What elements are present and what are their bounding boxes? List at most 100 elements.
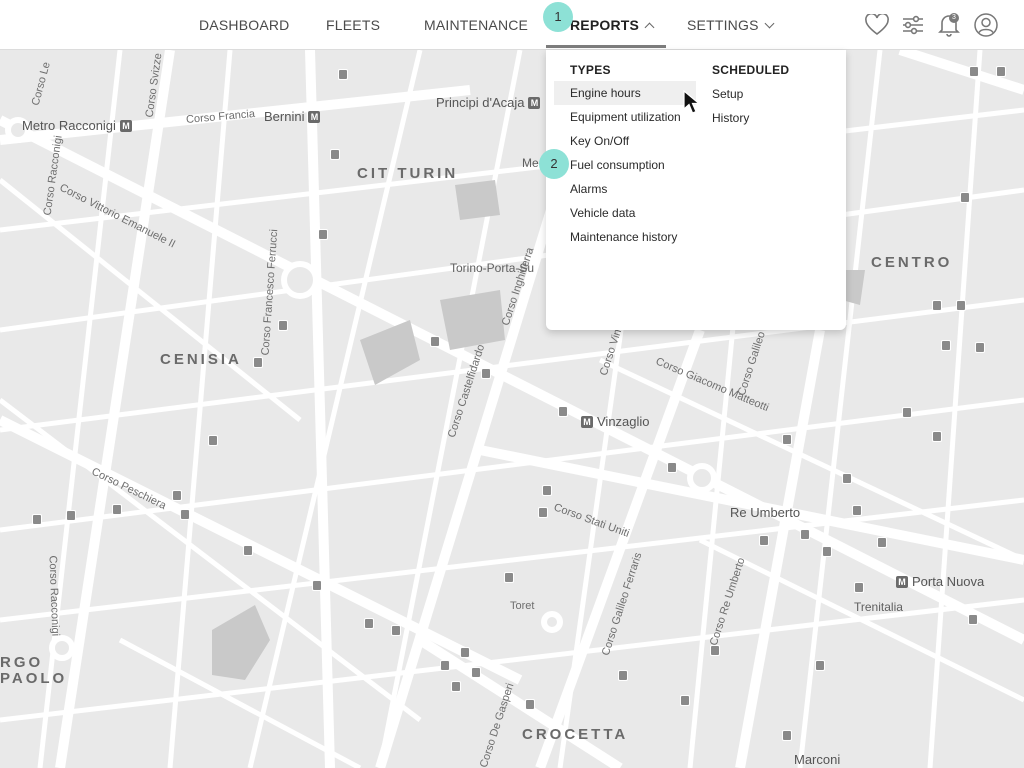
tram-stop-icon: [460, 647, 470, 658]
district-label: CENTRO: [871, 254, 953, 271]
metro-station-label: Metro Racconigi M: [22, 119, 132, 132]
tram-stop-icon: [312, 580, 322, 591]
nav-settings[interactable]: SETTINGS: [687, 0, 775, 50]
menu-item-history[interactable]: History: [712, 106, 749, 130]
tram-stop-icon: [451, 681, 461, 692]
tram-stop-icon: [968, 614, 978, 625]
types-heading: TYPES: [570, 63, 611, 77]
tram-stop-icon: [815, 660, 825, 671]
tram-stop-icon: [822, 546, 832, 557]
tram-stop-icon: [902, 407, 912, 418]
menu-item-vehicle-data[interactable]: Vehicle data: [570, 201, 635, 225]
nav-maintenance[interactable]: MAINTENANCE: [424, 0, 528, 50]
metro-icon: M: [119, 119, 132, 132]
tram-stop-icon: [112, 504, 122, 515]
menu-item-equipment-utilization[interactable]: Equipment utilization: [570, 105, 681, 129]
map-streets: [0, 50, 1024, 768]
bell-icon[interactable]: 3: [936, 12, 962, 38]
tram-stop-icon: [854, 582, 864, 593]
tram-stop-icon: [782, 434, 792, 445]
metro-station-label: Bernini M: [264, 110, 321, 123]
tram-stop-icon: [618, 670, 628, 681]
tram-stop-icon: [932, 300, 942, 311]
district-label: CENISIA: [160, 351, 242, 368]
tram-stop-icon: [542, 485, 552, 496]
nav-settings-label: SETTINGS: [687, 17, 759, 33]
tram-stop-icon: [471, 667, 481, 678]
annotation-marker-2: 2: [539, 149, 569, 179]
chevron-up-icon: [644, 22, 655, 33]
tram-stop-icon: [996, 66, 1006, 77]
tram-stop-icon: [338, 69, 348, 80]
metro-station-label: Re Umberto: [730, 505, 801, 520]
tram-stop-icon: [538, 507, 548, 518]
tram-stop-icon: [759, 535, 769, 546]
metro-icon: M: [308, 110, 321, 123]
tram-stop-icon: [66, 510, 76, 521]
nav-dashboard[interactable]: DASHBOARD: [199, 0, 289, 50]
nav-dashboard-label: DASHBOARD: [199, 17, 290, 33]
tram-stop-icon: [667, 462, 677, 473]
tram-stop-icon: [710, 645, 720, 656]
active-tab-indicator: [546, 45, 666, 48]
tram-stop-icon: [440, 660, 450, 671]
menu-item-fuel-consumption[interactable]: Fuel consumption: [570, 153, 665, 177]
metro-station-label: M Porta Nuova: [896, 575, 984, 588]
tram-stop-icon: [956, 300, 966, 311]
tram-stop-icon: [969, 66, 979, 77]
menu-item-maintenance-history[interactable]: Maintenance history: [570, 225, 677, 249]
metro-icon: M: [581, 415, 593, 428]
mouse-cursor-icon: [683, 90, 701, 114]
metro-icon: M: [528, 96, 541, 109]
chevron-down-icon: [764, 18, 775, 28]
heart-icon[interactable]: [864, 12, 890, 38]
tram-stop-icon: [941, 340, 951, 351]
menu-item-alarms[interactable]: Alarms: [570, 177, 607, 201]
place-label: Toret: [510, 600, 535, 612]
district-label: CIT TURIN: [357, 165, 459, 182]
tram-stop-icon: [525, 699, 535, 710]
tram-stop-icon: [852, 505, 862, 516]
tram-stop-icon: [430, 336, 440, 347]
tram-stop-icon: [391, 625, 401, 636]
tram-stop-icon: [364, 618, 374, 629]
tram-stop-icon: [253, 357, 263, 368]
tram-stop-icon: [318, 229, 328, 240]
tram-stop-icon: [680, 695, 690, 706]
tram-stop-icon: [243, 545, 253, 556]
tram-stop-icon: [180, 509, 190, 520]
menu-item-engine-hours[interactable]: Engine hours: [554, 81, 696, 105]
tram-stop-icon: [800, 529, 810, 540]
district-label: CROCETTA: [522, 726, 629, 743]
street-label: Corso Racconigi: [46, 555, 62, 637]
district-label: RGO PAOLO: [0, 654, 68, 687]
nav-fleets[interactable]: FLEETS: [326, 0, 380, 50]
nav-reports[interactable]: REPORTS: [570, 0, 655, 50]
tram-stop-icon: [558, 406, 568, 417]
city-map[interactable]: CIT TURIN CENISIA CENTRO CROCETTA RGO PA…: [0, 50, 1024, 768]
tram-stop-icon: [960, 192, 970, 203]
annotation-marker-1: 1: [543, 2, 573, 32]
tram-stop-icon: [877, 537, 887, 548]
tram-stop-icon: [504, 572, 514, 583]
place-label: Me: [522, 156, 539, 170]
metro-icon: M: [896, 575, 908, 588]
menu-item-setup[interactable]: Setup: [712, 82, 743, 106]
tram-stop-icon: [32, 514, 42, 525]
user-avatar-icon[interactable]: [973, 12, 999, 38]
metro-station-label: Marconi: [794, 752, 841, 767]
tram-stop-icon: [330, 149, 340, 160]
tram-stop-icon: [782, 730, 792, 741]
filter-sliders-icon[interactable]: [900, 12, 926, 38]
tram-stop-icon: [975, 342, 985, 353]
nav-maintenance-label: MAINTENANCE: [424, 17, 529, 33]
scheduled-heading: SCHEDULED: [712, 63, 790, 77]
top-navigation-bar: DASHBOARD FLEETS MAINTENANCE REPORTS SET…: [0, 0, 1024, 50]
nav-reports-label: REPORTS: [570, 17, 640, 33]
nav-fleets-label: FLEETS: [326, 17, 381, 33]
tram-stop-icon: [208, 435, 218, 446]
metro-station-label: Principi d'Acaja M: [436, 96, 541, 109]
menu-item-key-on-off[interactable]: Key On/Off: [570, 129, 629, 153]
metro-station-label: M Vinzaglio: [581, 415, 650, 428]
notification-badge: 3: [949, 13, 959, 23]
